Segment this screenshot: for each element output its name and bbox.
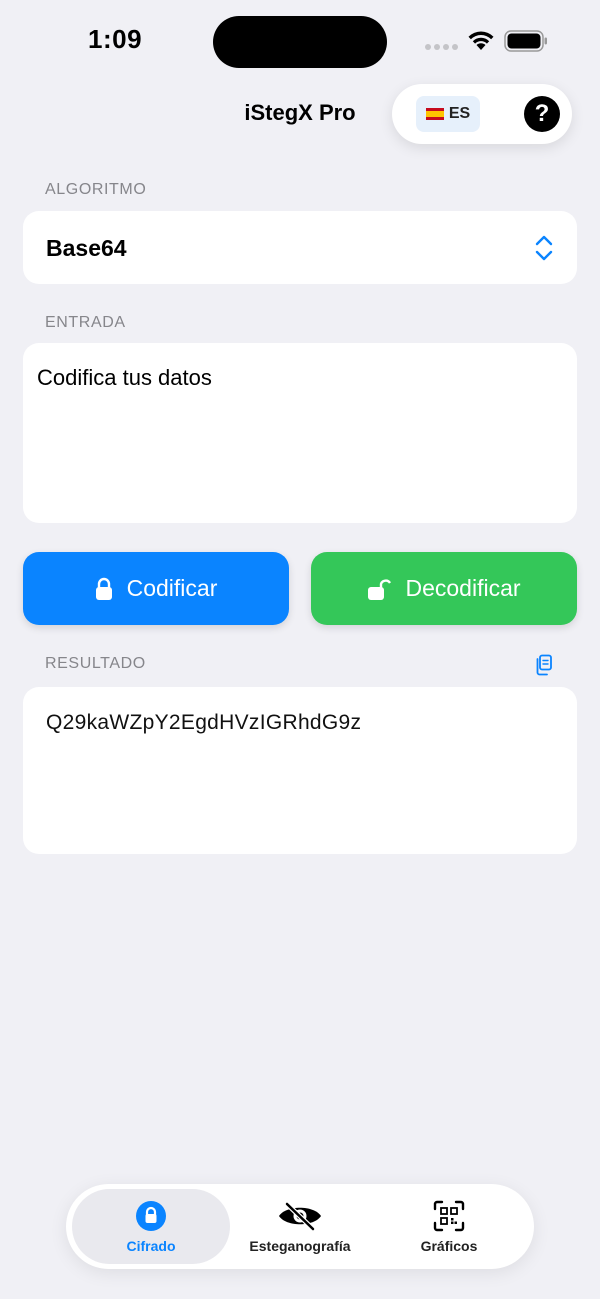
- lock-circle-icon: [135, 1200, 167, 1232]
- result-label: RESULTADO: [45, 655, 146, 672]
- tab-label: Cifrado: [126, 1237, 176, 1254]
- algorithm-value: Base64: [46, 235, 127, 261]
- algorithm-label: ALGORITMO: [45, 181, 147, 198]
- battery-icon: [504, 30, 547, 52]
- encode-label: Codificar: [126, 575, 218, 601]
- chevron-up-down-icon: [535, 235, 553, 261]
- cellular-signal-icon: [425, 44, 458, 50]
- status-time: 1:09: [88, 24, 143, 54]
- input-label: ENTRADA: [45, 314, 126, 331]
- help-button[interactable]: ?: [524, 96, 560, 132]
- language-code: ES: [448, 105, 471, 122]
- algorithm-picker[interactable]: Base64: [23, 211, 577, 284]
- dynamic-island: [213, 16, 387, 68]
- wifi-icon: [468, 31, 494, 50]
- header-actions-pill: ES ?: [392, 84, 572, 144]
- qr-code-icon: [433, 1200, 465, 1232]
- tab-label: Gráficos: [420, 1237, 478, 1254]
- encode-button[interactable]: Codificar: [23, 552, 289, 625]
- eye-slash-icon: [277, 1200, 323, 1232]
- unlock-icon: [368, 578, 392, 600]
- result-text: Q29kaWZpY2EgdHVzIGRhdG9z: [46, 711, 362, 734]
- input-text: Codifica tus datos: [37, 365, 212, 390]
- tab-graficos[interactable]: Gráficos: [384, 1189, 514, 1264]
- lock-icon: [95, 577, 112, 600]
- tab-cifrado[interactable]: Cifrado: [72, 1189, 230, 1264]
- tab-bar: Cifrado Esteganografía Gráficos: [66, 1184, 534, 1269]
- spain-flag-icon: [425, 108, 444, 120]
- language-button[interactable]: ES: [416, 96, 480, 132]
- result-text-area[interactable]: Q29kaWZpY2EgdHVzIGRhdG9z: [23, 687, 577, 854]
- question-mark-icon: ?: [534, 100, 550, 127]
- decode-label: Decodificar: [405, 575, 521, 601]
- copy-icon[interactable]: [534, 654, 554, 676]
- tab-label: Esteganografía: [249, 1237, 351, 1254]
- status-bar: 1:09: [0, 0, 600, 80]
- tab-esteganografia[interactable]: Esteganografía: [230, 1189, 370, 1264]
- input-text-area[interactable]: Codifica tus datos: [23, 343, 577, 523]
- decode-button[interactable]: Decodificar: [311, 552, 577, 625]
